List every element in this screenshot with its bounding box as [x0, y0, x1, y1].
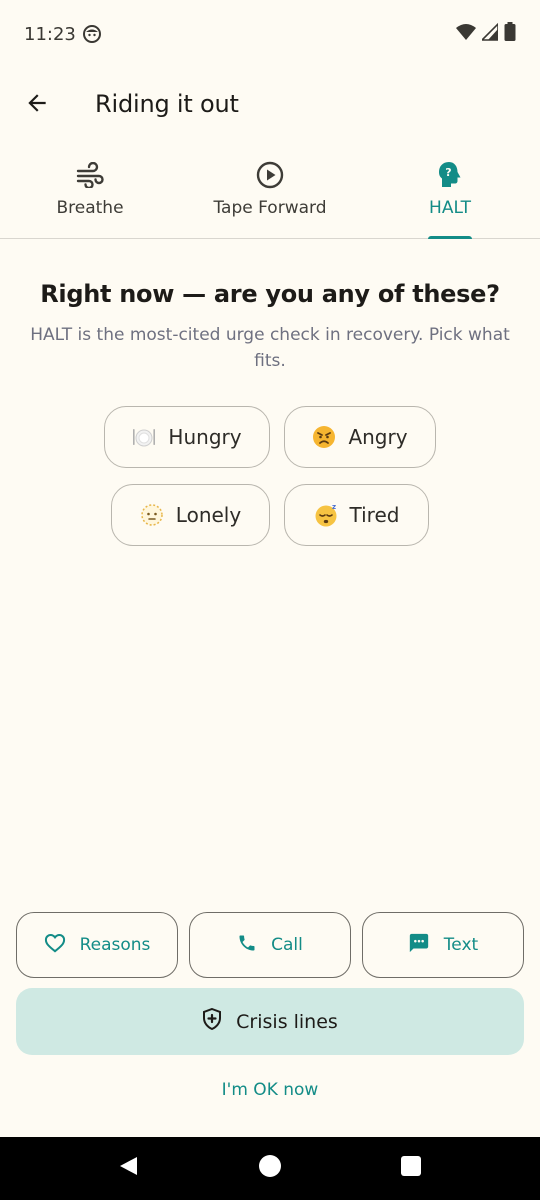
svg-text:z: z [332, 503, 336, 511]
shield-plus-icon [202, 1007, 222, 1035]
wind-icon [75, 160, 105, 190]
reasons-button[interactable]: Reasons [16, 912, 178, 978]
head-question-icon: ? [437, 160, 463, 190]
chip-hungry[interactable]: Hungry [104, 406, 270, 468]
tab-bar: Breathe Tape Forward ? HALT [0, 144, 540, 239]
nav-home-button[interactable] [230, 1137, 310, 1200]
phone-icon [237, 933, 257, 958]
arrow-back-icon [24, 90, 50, 121]
page-title: Riding it out [95, 90, 239, 118]
halt-question: Right now — are you any of these? [40, 280, 500, 308]
call-label: Call [271, 935, 303, 955]
halt-subtitle: HALT is the most-cited urge check in rec… [30, 325, 510, 371]
chip-label-lonely: Lonely [175, 503, 242, 527]
svg-text:?: ? [445, 166, 451, 179]
triangle-back-icon [117, 1155, 139, 1182]
tab-label-tape-forward: Tape Forward [213, 198, 327, 218]
play-circle-icon [256, 160, 284, 190]
signal-icon [480, 21, 499, 46]
status-notification-icon [82, 24, 102, 44]
text-label: Text [443, 935, 479, 955]
reasons-label: Reasons [79, 935, 151, 955]
tab-label-halt: HALT [429, 198, 471, 218]
battery-icon [504, 21, 516, 47]
chip-label-angry: Angry [348, 425, 408, 449]
message-icon [408, 932, 430, 959]
im-ok-now-button[interactable]: I'm OK now [0, 1080, 540, 1100]
tab-breathe[interactable]: Breathe [0, 144, 180, 238]
status-icons [456, 21, 516, 47]
status-bar: 11:23 [0, 0, 540, 68]
app-bar: Riding it out [0, 68, 540, 144]
tab-halt[interactable]: ? HALT [360, 144, 540, 238]
system-nav-bar [0, 1137, 540, 1200]
sleeping-face-icon: z [314, 503, 338, 527]
heart-icon [44, 933, 66, 958]
crisis-lines-label: Crisis lines [236, 1010, 338, 1033]
status-time: 11:23 [24, 24, 76, 45]
square-recents-icon [401, 1156, 421, 1181]
dotted-face-icon [140, 503, 164, 527]
angry-face-icon [312, 425, 336, 449]
back-button[interactable] [14, 82, 60, 128]
chip-label-tired: Tired [349, 503, 400, 527]
wifi-icon [456, 23, 476, 46]
tab-label-breathe: Breathe [56, 198, 124, 218]
chip-label-hungry: Hungry [168, 425, 242, 449]
plate-icon [132, 425, 156, 449]
text-button[interactable]: Text [362, 912, 524, 978]
call-button[interactable]: Call [189, 912, 351, 978]
nav-back-button[interactable] [88, 1137, 168, 1200]
circle-home-icon [258, 1154, 282, 1183]
active-tab-indicator [428, 236, 472, 239]
chip-lonely[interactable]: Lonely [111, 484, 270, 546]
crisis-lines-button[interactable]: Crisis lines [16, 988, 524, 1055]
chip-angry[interactable]: Angry [284, 406, 436, 468]
nav-recents-button[interactable] [371, 1137, 451, 1200]
chip-tired[interactable]: z Tired [284, 484, 429, 546]
tab-tape-forward[interactable]: Tape Forward [180, 144, 360, 238]
